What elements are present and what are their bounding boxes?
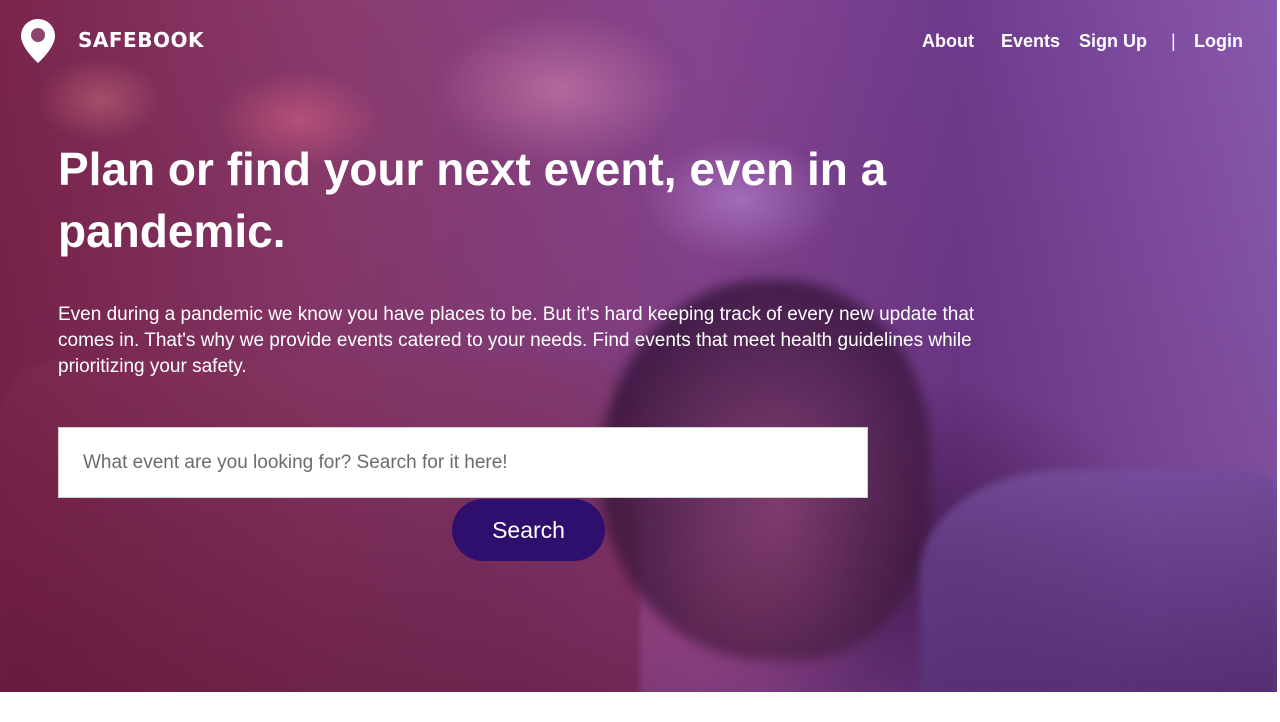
nav-link-login[interactable]: Login [1194, 28, 1243, 54]
hero-headline: Plan or find your next event, even in a … [58, 143, 887, 257]
top-navbar: SAFEBOOK About Events Sign Up | Login [0, 0, 1277, 82]
nav-separator: | [1171, 31, 1176, 51]
nav-link-sign-up[interactable]: Sign Up [1079, 28, 1147, 54]
event-search-input[interactable] [58, 427, 868, 498]
hero-description: Even during a pandemic we know you have … [58, 304, 975, 377]
nav-link-about[interactable]: About [922, 28, 974, 54]
map-pin-icon[interactable] [20, 18, 56, 64]
brand-logo-text[interactable]: SAFEBOOK [78, 26, 204, 54]
nav-link-events[interactable]: Events [1001, 28, 1060, 54]
search-button[interactable]: Search [452, 499, 605, 561]
